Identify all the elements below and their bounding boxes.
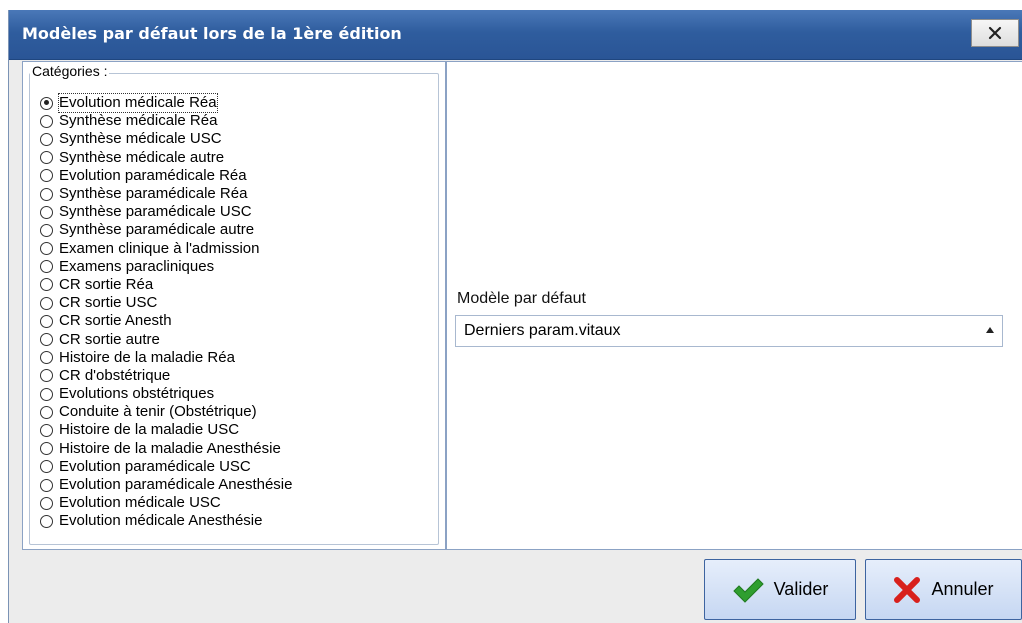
category-radio[interactable]: Evolution médicale USC [40, 494, 292, 512]
default-model-label: Modèle par défaut [457, 290, 586, 307]
default-model-value: Derniers param.vitaux [464, 322, 621, 339]
radio-button-icon[interactable] [40, 351, 53, 365]
categories-panel: Catégories : Evolution médicale Réa Synth… [22, 61, 446, 550]
close-button[interactable] [971, 19, 1019, 47]
category-label: CR sortie Anesth [59, 312, 172, 330]
category-label: Evolution paramédicale Réa [59, 166, 247, 184]
category-radio[interactable]: Synthèse médicale autre [40, 149, 292, 167]
category-radio[interactable]: Evolution paramédicale USC [40, 458, 292, 476]
category-radio[interactable]: Conduite à tenir (Obstétrique) [40, 403, 292, 421]
radio-button-icon[interactable] [40, 369, 53, 383]
category-label: Histoire de la maladie Réa [59, 348, 235, 366]
category-radio[interactable]: Histoire de la maladie USC [40, 421, 292, 439]
category-label: Evolutions obstétriques [59, 385, 215, 403]
category-radio[interactable]: CR sortie Réa [40, 276, 292, 294]
categories-radio-list: Evolution médicale Réa Synthèse médicale … [40, 93, 292, 531]
radio-button-icon[interactable] [40, 169, 53, 183]
radio-button-icon[interactable] [40, 114, 53, 128]
radio-button-icon[interactable] [40, 278, 53, 292]
radio-button-icon[interactable] [40, 387, 53, 401]
close-icon [988, 26, 1002, 40]
category-radio[interactable]: Synthèse paramédicale USC [40, 203, 292, 221]
radio-button-icon[interactable] [40, 478, 53, 492]
category-radio[interactable]: Histoire de la maladie Réa [40, 349, 292, 367]
radio-button-icon[interactable] [40, 405, 53, 419]
checkmark-icon [732, 577, 764, 603]
default-model-select[interactable]: Derniers param.vitaux [455, 315, 1003, 347]
category-label: Evolution médicale USC [59, 494, 221, 512]
category-label: Synthèse médicale Réa [59, 112, 218, 130]
category-radio[interactable]: Evolution paramédicale Réa [40, 167, 292, 185]
title-bar[interactable]: Modèles par défaut lors de la 1ère éditi… [9, 10, 1022, 60]
category-radio[interactable]: Evolution médicale Réa [40, 93, 292, 114]
category-label: CR sortie USC [59, 294, 158, 312]
radio-button-icon[interactable] [40, 260, 53, 274]
radio-button-icon[interactable] [40, 96, 53, 110]
category-radio[interactable]: Histoire de la maladie Anesthésie [40, 440, 292, 458]
category-label: Evolution médicale Anesthésie [59, 512, 263, 530]
category-label: CR d'obstétrique [59, 366, 171, 384]
category-radio[interactable]: Evolutions obstétriques [40, 385, 292, 403]
ok-button[interactable]: Valider [704, 559, 856, 620]
red-x-icon [894, 576, 921, 603]
category-radio[interactable]: Evolution paramédicale Anesthésie [40, 476, 292, 494]
cancel-button[interactable]: Annuler [865, 559, 1022, 620]
radio-button-icon[interactable] [40, 242, 53, 256]
radio-button-icon[interactable] [40, 187, 53, 201]
category-radio[interactable]: CR sortie Anesth [40, 312, 292, 330]
category-label: Histoire de la maladie USC [59, 421, 240, 439]
radio-button-icon[interactable] [40, 151, 53, 165]
category-radio[interactable]: Synthèse médicale USC [40, 130, 292, 148]
radio-button-icon[interactable] [40, 514, 53, 528]
radio-button-icon[interactable] [40, 205, 53, 219]
category-label: Examen clinique à l'admission [59, 239, 260, 257]
category-radio[interactable]: CR sortie USC [40, 294, 292, 312]
radio-button-icon[interactable] [40, 496, 53, 510]
category-radio[interactable]: CR sortie autre [40, 330, 292, 348]
category-radio[interactable]: Evolution médicale Anesthésie [40, 512, 292, 530]
category-label: Synthèse paramédicale Réa [59, 185, 248, 203]
category-label: Evolution paramédicale USC [59, 457, 251, 475]
model-panel: Modèle par défaut Derniers param.vitaux [446, 61, 1022, 550]
category-radio[interactable]: Examen clinique à l'admission [40, 240, 292, 258]
category-radio[interactable]: Synthèse paramédicale autre [40, 221, 292, 239]
category-radio[interactable]: CR d'obstétrique [40, 367, 292, 385]
category-radio[interactable]: Synthèse paramédicale Réa [40, 185, 292, 203]
category-radio[interactable]: Synthèse médicale Réa [40, 112, 292, 130]
category-label: Evolution médicale Réa [58, 93, 218, 114]
category-label: Conduite à tenir (Obstétrique) [59, 403, 257, 421]
dialog-window: Modèles par défaut lors de la 1ère éditi… [8, 10, 1022, 623]
window-title: Modèles par défaut lors de la 1ère éditi… [22, 24, 402, 43]
category-label: CR sortie autre [59, 330, 160, 348]
radio-button-icon[interactable] [40, 423, 53, 437]
category-label: Histoire de la maladie Anesthésie [59, 439, 281, 457]
ok-button-label: Valider [773, 579, 829, 599]
category-label: Examens paracliniques [59, 257, 215, 275]
radio-button-icon[interactable] [40, 333, 53, 347]
categories-legend: Catégories : [30, 63, 110, 79]
category-label: Synthèse médicale autre [59, 148, 225, 166]
cancel-button-label: Annuler [931, 579, 994, 599]
radio-button-icon[interactable] [40, 132, 53, 146]
category-label: Synthèse paramédicale autre [59, 221, 255, 239]
radio-button-icon[interactable] [40, 296, 53, 310]
radio-button-icon[interactable] [40, 442, 53, 456]
category-label: Evolution paramédicale Anesthésie [59, 476, 293, 494]
triangle-up-icon[interactable] [986, 327, 994, 333]
category-label: CR sortie Réa [59, 275, 154, 293]
radio-button-icon[interactable] [40, 223, 53, 237]
category-label: Synthèse médicale USC [59, 130, 222, 148]
radio-button-icon[interactable] [40, 314, 53, 328]
radio-button-icon[interactable] [40, 460, 53, 474]
category-radio[interactable]: Examens paracliniques [40, 258, 292, 276]
category-label: Synthèse paramédicale USC [59, 203, 252, 221]
